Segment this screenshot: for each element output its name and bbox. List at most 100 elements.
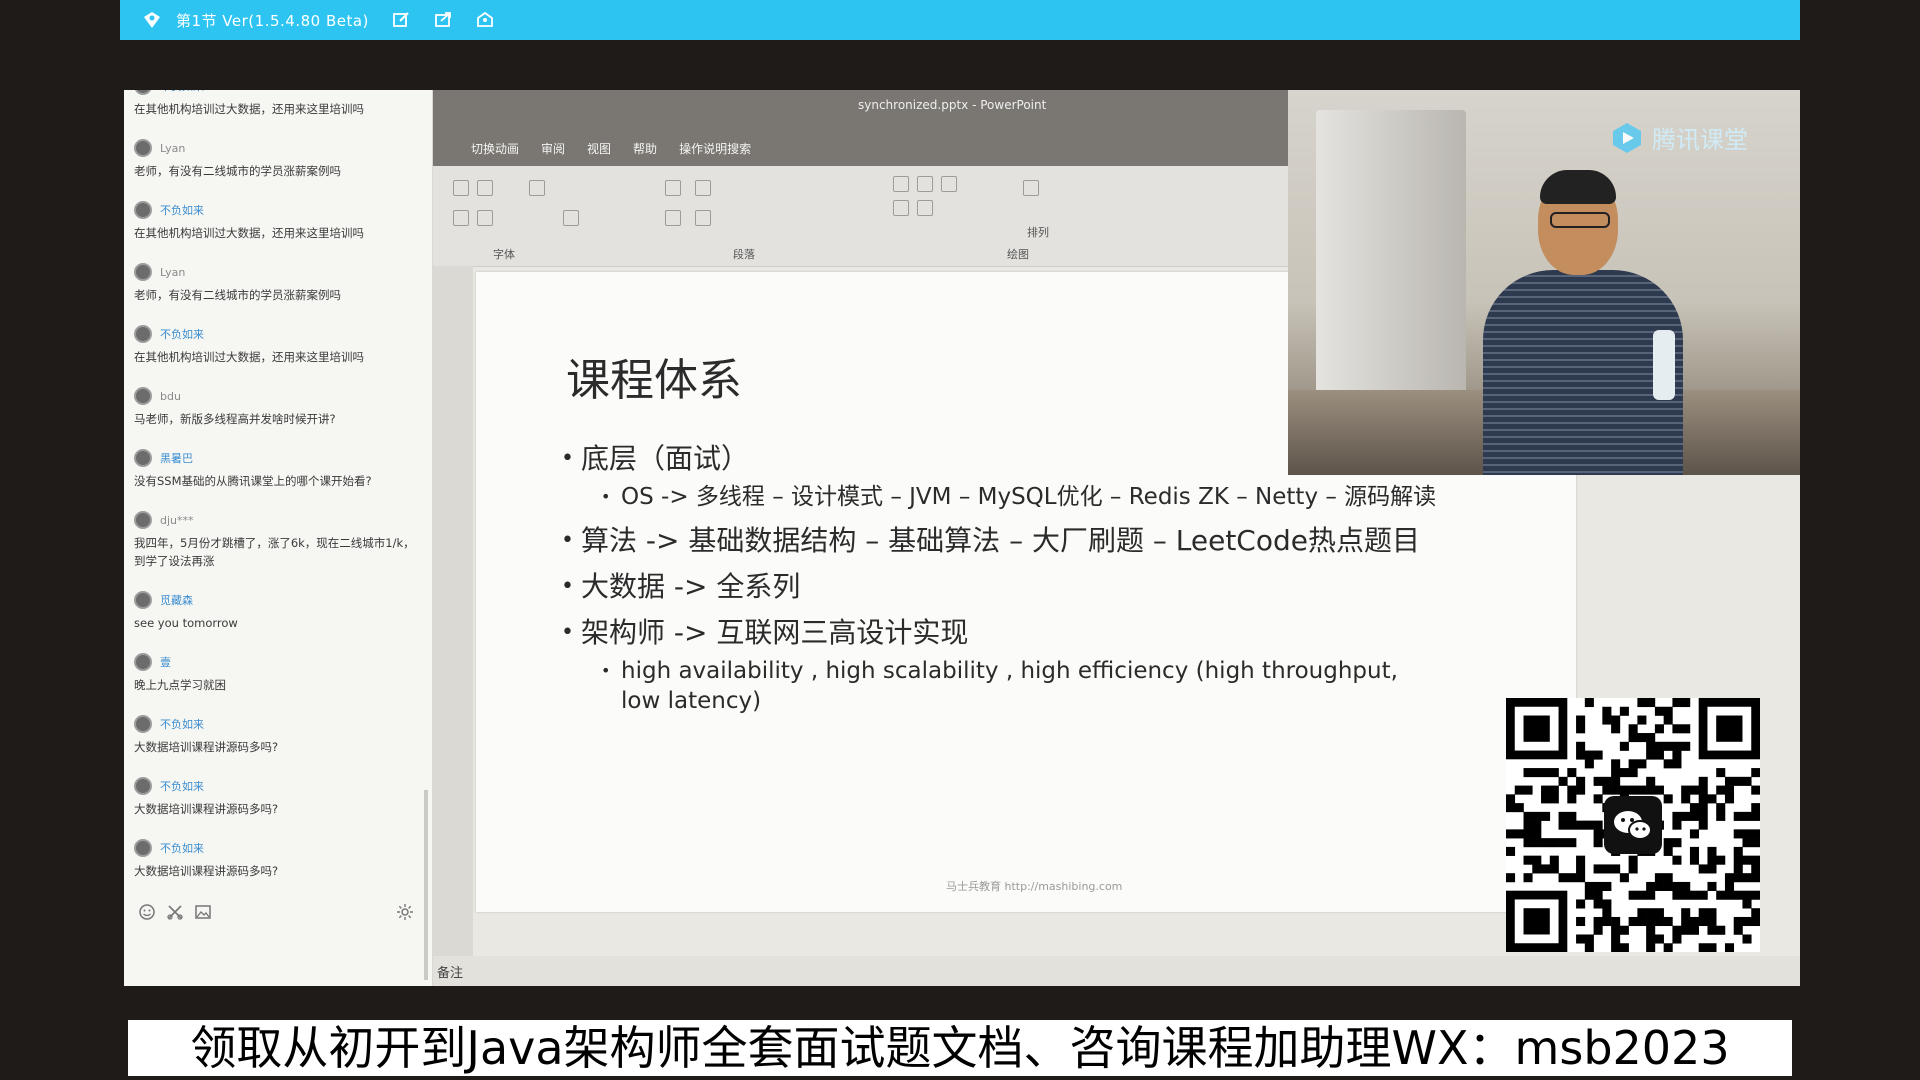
- tab-view[interactable]: 视图: [587, 140, 611, 157]
- avatar[interactable]: [134, 449, 152, 467]
- qr-module: [1724, 890, 1735, 900]
- qr-module: [1593, 838, 1603, 848]
- qr-module: [1584, 759, 1594, 769]
- chat-message-list[interactable]: 不负如来在其他机构培训过大数据，还用来这里培训吗Lyan老师，有没有二线城市的学…: [124, 90, 424, 890]
- avatar[interactable]: [134, 591, 152, 609]
- qr-module: [1663, 916, 1673, 927]
- qr-module: [1602, 916, 1612, 927]
- qr-module: [1724, 873, 1735, 883]
- avatar[interactable]: [134, 777, 152, 795]
- qr-module: [1742, 899, 1752, 909]
- chat-scrollbar[interactable]: [424, 790, 428, 980]
- tab-search[interactable]: 操作说明搜索: [679, 140, 751, 157]
- font-size-button[interactable]: [453, 180, 469, 196]
- avatar[interactable]: [134, 839, 152, 857]
- tencent-classroom-watermark: 腾讯课堂: [1610, 120, 1748, 155]
- qr-module: [1646, 881, 1656, 891]
- chat-username[interactable]: 觅藏森: [160, 592, 193, 608]
- chat-username[interactable]: Lyan: [160, 266, 185, 279]
- shape-oval-button[interactable]: [893, 200, 909, 216]
- chat-username[interactable]: 不负如来: [160, 202, 204, 218]
- webcam-person-glasses: [1550, 212, 1610, 228]
- qr-module: [1707, 855, 1717, 865]
- avatar[interactable]: [134, 387, 152, 405]
- notes-button[interactable]: 备注: [437, 962, 463, 981]
- gift-icon[interactable]: [475, 10, 495, 30]
- qr-module: [1523, 785, 1533, 795]
- qr-module: [1707, 925, 1717, 935]
- avatar[interactable]: [134, 263, 152, 281]
- share-icon[interactable]: [433, 10, 453, 30]
- tab-transitions[interactable]: 切换动画: [471, 140, 519, 157]
- qr-module: [1681, 724, 1691, 734]
- align-left-button[interactable]: [665, 210, 681, 226]
- slide-thumbnail-pane[interactable]: [433, 266, 473, 956]
- avatar[interactable]: [134, 715, 152, 733]
- shape-arrow-button[interactable]: [941, 176, 957, 192]
- chat-username[interactable]: 黑暑巴: [160, 450, 193, 466]
- ribbon-group-drawing: 绘图: [1007, 248, 1029, 261]
- avatar[interactable]: [134, 653, 152, 671]
- qr-module: [1751, 890, 1760, 900]
- arrange-button[interactable]: [1023, 180, 1039, 196]
- qr-module: [1523, 820, 1533, 830]
- avatar[interactable]: [134, 201, 152, 219]
- chat-username[interactable]: 不负如来: [160, 326, 204, 342]
- qr-module: [1733, 916, 1743, 927]
- qr-module: [1733, 811, 1743, 821]
- chat-message-text: 大数据培训课程讲源码多吗?: [134, 740, 279, 754]
- chat-username[interactable]: 不负如来: [160, 840, 204, 856]
- chat-username[interactable]: 不负如来: [160, 716, 204, 732]
- qr-module: [1619, 873, 1629, 883]
- qr-module: [1672, 925, 1682, 935]
- bullets-button[interactable]: [665, 180, 681, 196]
- numbering-button[interactable]: [695, 180, 711, 196]
- chat-message: 不负如来 大数据培训课程讲源码多吗?: [134, 776, 419, 818]
- font-grow-button[interactable]: [477, 180, 493, 196]
- qr-module: [1532, 855, 1542, 865]
- scissors-icon[interactable]: [166, 903, 184, 921]
- chat-username[interactable]: 壹: [160, 654, 171, 670]
- avatar[interactable]: [134, 139, 152, 157]
- chat-username[interactable]: 不负如来: [160, 90, 204, 94]
- avatar[interactable]: [134, 325, 152, 343]
- align-center-button[interactable]: [695, 210, 711, 226]
- qr-finder: [1523, 908, 1550, 935]
- qr-module: [1698, 943, 1708, 952]
- avatar[interactable]: [134, 90, 152, 95]
- chat-username[interactable]: Lyan: [160, 142, 185, 155]
- qr-module: [1619, 785, 1629, 795]
- qr-module: [1751, 855, 1760, 865]
- qr-module: [1672, 890, 1682, 900]
- qr-module: [1646, 741, 1656, 751]
- strike-button[interactable]: [477, 210, 493, 226]
- chat-username[interactable]: dju***: [160, 514, 194, 527]
- qr-module: [1742, 890, 1752, 900]
- qr-module: [1593, 820, 1603, 830]
- shape-triangle-button[interactable]: [917, 200, 933, 216]
- qr-module: [1514, 785, 1524, 795]
- chat-username[interactable]: bdu: [160, 390, 181, 403]
- chat-message-text: 晚上九点学习就困: [134, 678, 226, 692]
- shape-line-button[interactable]: [917, 176, 933, 192]
- avatar[interactable]: [134, 511, 152, 529]
- image-icon[interactable]: [194, 903, 212, 921]
- chat-message-text: 在其他机构培训过大数据，还用来这里培训吗: [134, 350, 364, 364]
- qr-module: [1698, 908, 1708, 918]
- emoji-icon[interactable]: [138, 903, 156, 921]
- shape-rect-button[interactable]: [893, 176, 909, 192]
- promo-banner: 领取从初开到Java架构师全套面试题文档、咨询课程加助理WX：msb2023: [128, 1020, 1792, 1076]
- underline-button[interactable]: [453, 210, 469, 226]
- font-color-button[interactable]: [563, 210, 579, 226]
- tab-help[interactable]: 帮助: [633, 140, 657, 157]
- sub-bullet-item: • OS -> 多线程 – 设计模式 – JVM – MySQL优化 – Redi…: [601, 484, 1437, 510]
- chat-username[interactable]: 不负如来: [160, 778, 204, 794]
- settings-icon[interactable]: [396, 903, 414, 921]
- qr-module: [1637, 733, 1647, 743]
- qr-module: [1619, 706, 1629, 716]
- edit-icon[interactable]: [391, 10, 411, 30]
- qr-module: [1628, 768, 1638, 778]
- qr-module: [1698, 864, 1708, 874]
- tab-review[interactable]: 审阅: [541, 140, 565, 157]
- font-shrink-button[interactable]: [529, 180, 545, 196]
